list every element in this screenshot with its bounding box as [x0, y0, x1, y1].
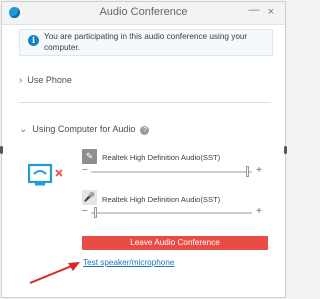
left-edge-handle [0, 146, 3, 154]
speaker-volume-track [91, 171, 252, 173]
speaker-volume-plus: + [256, 165, 262, 176]
microphone-volume-slider[interactable]: − + [82, 206, 262, 219]
chevron-right-icon: › [19, 75, 23, 86]
speaker-volume-minus: − [82, 165, 88, 176]
microphone-volume-track [91, 212, 252, 214]
minimize-button[interactable]: — [247, 3, 261, 17]
microphone-volume-plus: + [256, 206, 262, 217]
chevron-down-icon: ⌄ [19, 124, 28, 135]
microphone-volume-thumb[interactable] [94, 207, 98, 218]
close-button[interactable]: × [264, 5, 278, 19]
leave-audio-conference-button[interactable]: Leave Audio Conference [82, 236, 268, 250]
using-computer-label: Using Computer for Audio [32, 124, 136, 134]
speaker-device-name: Realtek High Definition Audio(SST) [102, 153, 221, 162]
using-computer-section-header[interactable]: ⌄ Using Computer for Audio? [19, 124, 150, 135]
right-edge-handle [284, 146, 287, 154]
test-speaker-microphone-link[interactable]: Test speaker/microphone [83, 258, 174, 267]
use-phone-section-header[interactable]: › Use Phone [19, 75, 72, 86]
speaker-muted-icon[interactable]: ✎ [82, 149, 97, 164]
computer-audio-icon [28, 163, 63, 186]
microphone-volume-minus: − [82, 206, 88, 217]
info-icon: i [28, 35, 39, 46]
info-banner: i You are participating in this audio co… [19, 29, 273, 56]
audio-conference-window: Audio Conference — × i You are participa… [1, 1, 286, 298]
speaker-volume-slider[interactable]: − + [82, 165, 262, 178]
use-phone-label: Use Phone [27, 75, 72, 85]
help-icon[interactable]: ? [140, 126, 150, 135]
section-divider [19, 102, 271, 103]
annotation-arrow-icon [29, 262, 80, 284]
title-bar: Audio Conference — × [2, 2, 285, 25]
speaker-volume-thumb[interactable] [245, 166, 249, 177]
microphone-device-name: Realtek High Definition Audio(SST) [102, 195, 221, 204]
window-title: Audio Conference [99, 6, 188, 18]
info-banner-text: You are participating in this audio conf… [44, 32, 248, 52]
microphone-icon[interactable]: 🎤 [82, 190, 97, 205]
